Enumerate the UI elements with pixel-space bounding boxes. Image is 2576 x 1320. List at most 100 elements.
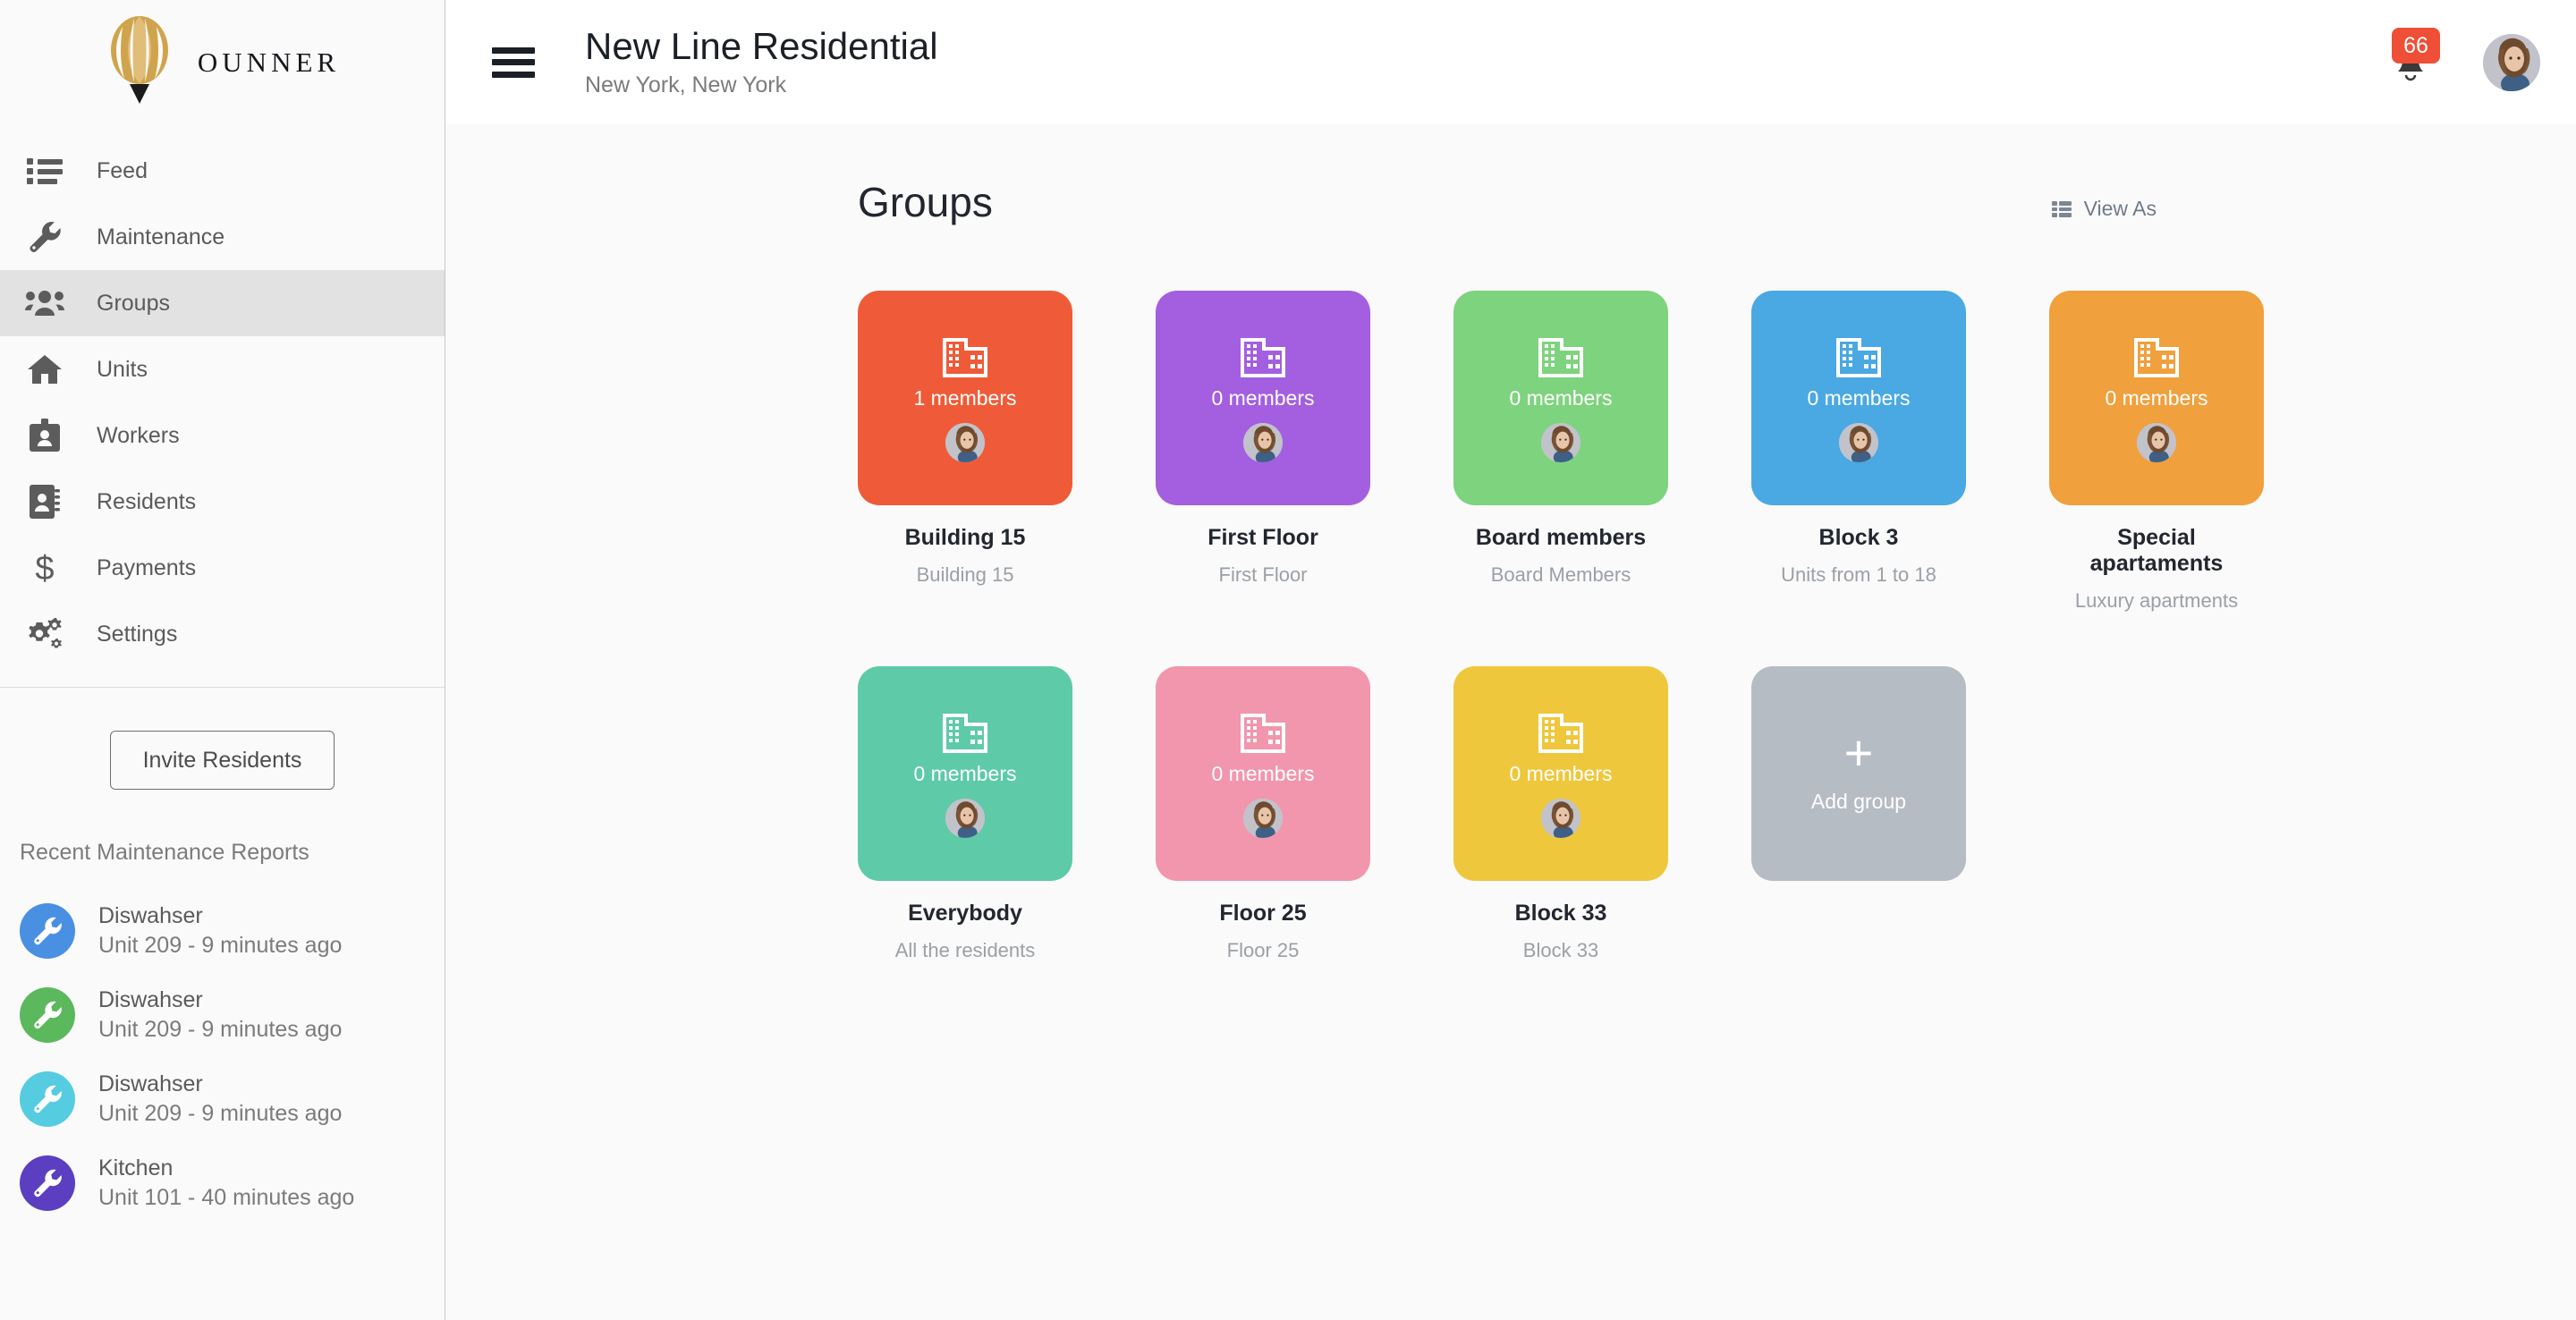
- group-member-count: 0 members: [1211, 761, 1315, 785]
- avatar: [1541, 422, 1580, 462]
- group-member-count: 0 members: [2105, 385, 2208, 410]
- sidebar-item-payments[interactable]: $ Payments: [0, 535, 445, 601]
- wrench-icon: [20, 1155, 75, 1211]
- group-card[interactable]: 0 members: [858, 666, 1072, 881]
- group-title: Floor 25: [1219, 901, 1307, 926]
- wrench-icon: [21, 220, 68, 254]
- people-group-icon: [21, 289, 68, 317]
- avatar: [1243, 422, 1283, 462]
- sidebar-item-feed[interactable]: Feed: [0, 138, 445, 204]
- recent-maintenance-reports-title: Recent Maintenance Reports: [20, 840, 309, 865]
- group-title: Special apartaments: [2089, 525, 2224, 576]
- group-card-cell: 0 members Board members Board Members: [1453, 291, 1668, 613]
- invite-residents-container: Invite Residents: [0, 688, 445, 790]
- avatar: [945, 422, 985, 462]
- topbar: New Line Residential New York, New York …: [445, 0, 2576, 124]
- group-title: First Floor: [1208, 525, 1318, 550]
- list-view-icon: [2051, 200, 2072, 218]
- report-name: Diswahser: [98, 903, 203, 928]
- group-description: Board Members: [1490, 563, 1631, 586]
- wrench-icon: [20, 987, 75, 1043]
- add-group-cell: + Add group: [1751, 666, 1966, 962]
- group-card[interactable]: 0 members: [1453, 291, 1668, 505]
- topbar-right: 66: [2383, 27, 2540, 91]
- wrench-icon: [20, 1071, 75, 1127]
- group-card[interactable]: 0 members: [1751, 291, 1966, 505]
- group-member-count: 0 members: [1509, 385, 1613, 410]
- sidebar-item-maintenance[interactable]: Maintenance: [0, 204, 445, 270]
- group-member-count: 1 members: [913, 385, 1017, 410]
- list-item[interactable]: Diswahser Unit 209 - 9 minutes ago: [0, 1057, 445, 1141]
- group-member-count: 0 members: [1211, 385, 1315, 410]
- report-name: Diswahser: [98, 1071, 203, 1096]
- sidebar-item-label: Feed: [97, 157, 148, 183]
- page-subheading: New York, New York: [585, 72, 787, 98]
- building-icon: [2134, 334, 2179, 377]
- group-description: All the residents: [894, 939, 1036, 961]
- group-title: Block 33: [1514, 901, 1607, 926]
- sidebar-item-label: Residents: [97, 488, 197, 514]
- building-icon: [1538, 334, 1583, 377]
- report-meta: Unit 209 - 9 minutes ago: [98, 1101, 343, 1126]
- sidebar-item-label: Maintenance: [97, 224, 225, 250]
- group-card-cell: 0 members Everybody All the residents: [858, 666, 1072, 962]
- view-as-button[interactable]: View As: [2051, 197, 2157, 226]
- sidebar-item-units[interactable]: Units: [0, 336, 445, 402]
- group-card[interactable]: 1 members: [858, 291, 1072, 505]
- list-item[interactable]: Kitchen Unit 101 - 40 minutes ago: [0, 1141, 445, 1225]
- group-description: Units from 1 to 18: [1781, 563, 1936, 586]
- brand-name: OUNNER: [197, 47, 341, 78]
- groups-grid: 1 members Building 15 Building 15 0 memb…: [858, 226, 2264, 962]
- invite-residents-button[interactable]: Invite Residents: [109, 731, 335, 790]
- group-card[interactable]: 0 members: [2049, 291, 2264, 505]
- plus-icon: +: [1843, 723, 1874, 781]
- group-card-cell: 0 members First Floor First Floor: [1156, 291, 1370, 613]
- sidebar-nav: Feed Maintenance Groups Units Workers Re…: [0, 125, 445, 688]
- report-name: Kitchen: [98, 1155, 174, 1180]
- building-icon: [1241, 334, 1285, 377]
- avatar[interactable]: [2483, 33, 2540, 91]
- notification-badge: 66: [2392, 27, 2440, 63]
- notifications-button[interactable]: 66: [2383, 27, 2440, 90]
- group-title: Board members: [1475, 525, 1647, 550]
- content-area: Groups View As 1 members Building 15 Bui…: [445, 124, 2576, 1320]
- gears-icon: [21, 617, 68, 651]
- page-heading: New Line Residential: [585, 24, 938, 67]
- sidebar-item-workers[interactable]: Workers: [0, 402, 445, 469]
- sidebar-item-label: Settings: [97, 621, 178, 647]
- sidebar-item-residents[interactable]: Residents: [0, 469, 445, 535]
- hamburger-menu-icon[interactable]: [492, 47, 535, 78]
- view-as-label: View As: [2083, 197, 2157, 220]
- group-card[interactable]: 0 members: [1453, 666, 1668, 881]
- sidebar-item-label: Payments: [97, 554, 197, 580]
- recent-maintenance-reports-list: Diswahser Unit 209 - 9 minutes ago Diswa…: [0, 866, 445, 1225]
- group-card-cell: 0 members Floor 25 Floor 25: [1156, 666, 1370, 962]
- avatar: [1243, 798, 1283, 838]
- group-card[interactable]: 0 members: [1156, 666, 1370, 881]
- sidebar-item-groups[interactable]: Groups: [0, 270, 445, 336]
- dollar-sign-icon: $: [21, 550, 68, 586]
- brand[interactable]: OUNNER: [0, 0, 445, 125]
- group-description: Block 33: [1522, 939, 1599, 961]
- group-card[interactable]: 0 members: [1156, 291, 1370, 505]
- group-card-cell: 1 members Building 15 Building 15: [858, 291, 1072, 613]
- list-item[interactable]: Diswahser Unit 209 - 9 minutes ago: [0, 889, 445, 973]
- sidebar: OUNNER Feed Maintenance Groups Units Wor…: [0, 0, 445, 1320]
- list-icon: [21, 157, 68, 185]
- sidebar-item-settings[interactable]: Settings: [0, 601, 445, 667]
- wrench-icon: [20, 903, 75, 959]
- page-title: Groups: [858, 179, 993, 225]
- list-item[interactable]: Diswahser Unit 209 - 9 minutes ago: [0, 973, 445, 1057]
- sidebar-item-label: Groups: [97, 290, 170, 316]
- group-description: First Floor: [1218, 563, 1308, 586]
- add-group-label: Add group: [1810, 789, 1907, 813]
- add-group-button[interactable]: + Add group: [1751, 666, 1966, 881]
- report-meta: Unit 101 - 40 minutes ago: [98, 1185, 355, 1210]
- group-member-count: 0 members: [1807, 385, 1911, 410]
- group-description: Floor 25: [1226, 939, 1300, 961]
- contact-book-icon: [21, 485, 68, 519]
- report-meta: Unit 209 - 9 minutes ago: [98, 1017, 343, 1042]
- building-icon: [943, 334, 987, 377]
- group-description: Building 15: [916, 563, 1014, 586]
- app-root: OUNNER Feed Maintenance Groups Units Wor…: [0, 0, 2576, 1320]
